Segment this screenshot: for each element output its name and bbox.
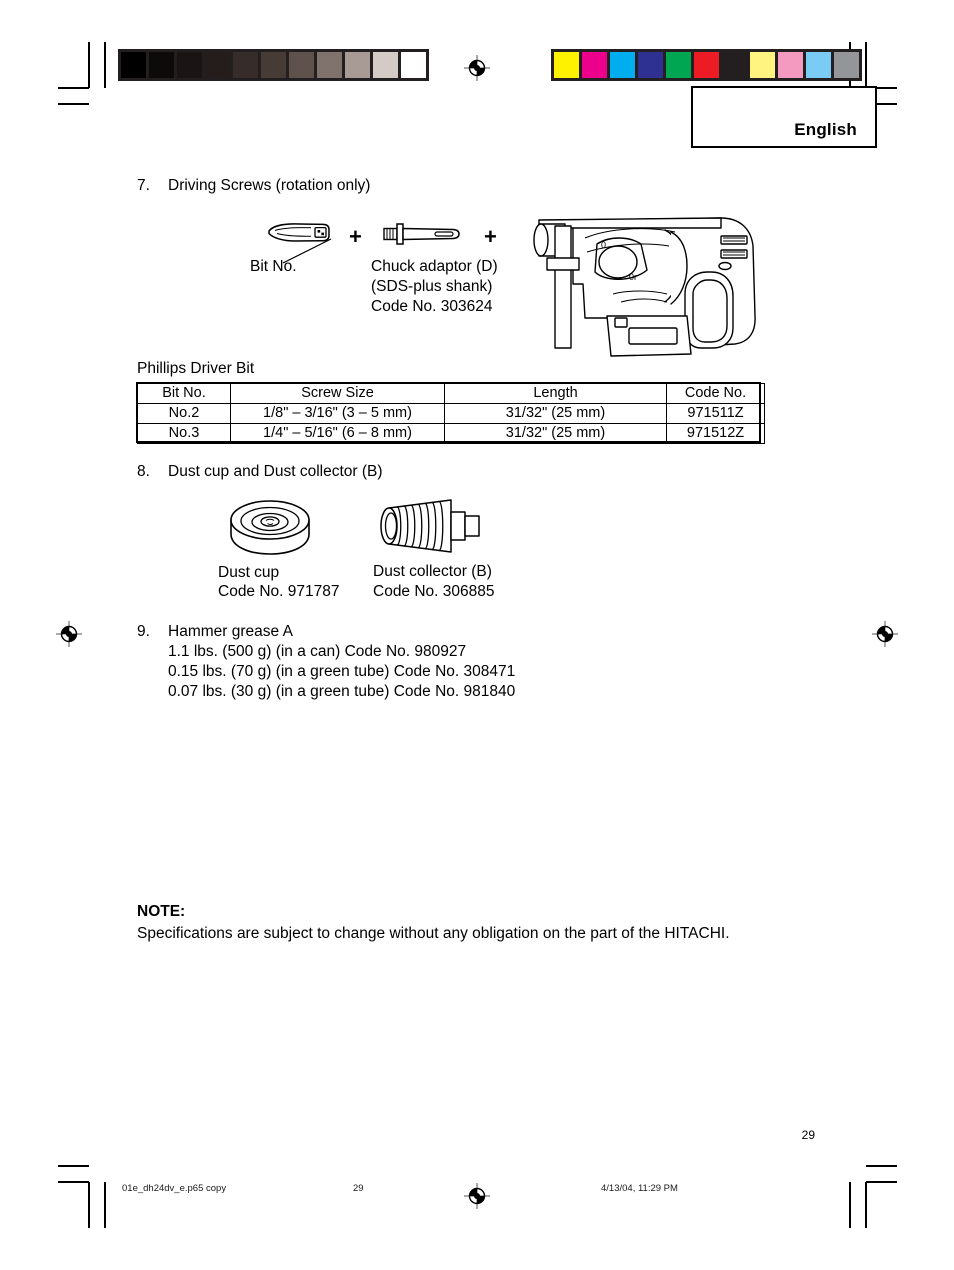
plus-sign-2: + (484, 224, 497, 249)
table-row: No.2 1/8" – 3/16" (3 – 5 mm) 31/32" (25 … (137, 403, 765, 424)
color-calibration-bar (551, 49, 862, 81)
color-swatch (554, 52, 579, 78)
registration-mark-right (872, 621, 898, 647)
crop-mark-bottom-right-v (849, 1182, 851, 1228)
plus-sign-1: + (349, 224, 362, 249)
grayscale-swatch (261, 52, 286, 78)
color-swatch (806, 52, 831, 78)
color-swatch (722, 52, 747, 78)
grayscale-swatch (373, 52, 398, 78)
crop-mark-bottom-left-v2 (104, 1182, 106, 1228)
grayscale-swatch (121, 52, 146, 78)
section-9-number: 9. (137, 623, 150, 640)
phillips-driver-bit-subtitle: Phillips Driver Bit (137, 360, 255, 377)
language-tab-label: English (794, 120, 857, 139)
color-swatch (778, 52, 803, 78)
crop-mark-top-left-v (88, 42, 90, 88)
section-9-title: Hammer grease A (168, 623, 293, 640)
registration-mark-left (56, 621, 82, 647)
footer-timestamp: 4/13/04, 11:29 PM (601, 1183, 678, 1194)
crop-mark-top-left-h2 (58, 103, 89, 105)
table-header-cell: Length (444, 383, 667, 404)
grayscale-calibration-bar (118, 49, 429, 81)
table-header-cell: Bit No. (137, 383, 231, 404)
crop-mark-bottom-right-h2 (866, 1181, 897, 1183)
color-swatch (834, 52, 859, 78)
table-row: No.3 1/4" – 5/16" (6 – 8 mm) 31/32" (25 … (137, 423, 765, 444)
color-swatch (638, 52, 663, 78)
chuck-adaptor-illustration (383, 221, 463, 252)
registration-mark-top (464, 55, 490, 81)
grayscale-swatch (345, 52, 370, 78)
chuck-adaptor-label-line2: (SDS-plus shank) (371, 278, 493, 295)
table-header-cell: Code No. (666, 383, 765, 404)
grayscale-swatch (233, 52, 258, 78)
section-8-title: Dust cup and Dust collector (B) (168, 463, 383, 480)
crop-mark-bottom-left-h2 (58, 1181, 89, 1183)
table-header-cell: Screw Size (230, 383, 445, 404)
dust-collector-b-name: Dust collector (B) (373, 563, 492, 580)
crop-mark-bottom-left-h (58, 1165, 89, 1167)
crop-mark-bottom-right-v2 (865, 1182, 867, 1228)
color-swatch (582, 52, 607, 78)
crop-mark-bottom-right-h (866, 1165, 897, 1167)
chuck-adaptor-code: Code No. 303624 (371, 298, 493, 315)
footer-filename: 01e_dh24dv_e.p65 copy (122, 1183, 227, 1194)
table-header-row: Bit No. Screw Size Length Code No. (137, 383, 765, 404)
grayscale-swatch (289, 52, 314, 78)
table-cell: 971512Z (666, 423, 765, 444)
manual-page: English 7. Driving Screws (rotation only… (0, 0, 954, 1270)
dust-cup-code: Code No. 971787 (218, 583, 340, 600)
color-swatch (694, 52, 719, 78)
table-cell: 31/32" (25 mm) (444, 403, 667, 424)
hammer-grease-line-2: 0.15 lbs. (70 g) (in a green tube) Code … (168, 663, 516, 680)
grayscale-swatch (205, 52, 230, 78)
bit-no-label: Bit No. (250, 258, 297, 275)
color-swatch (610, 52, 635, 78)
table-cell: 1/8" – 3/16" (3 – 5 mm) (230, 403, 445, 424)
crop-mark-top-right-v2 (865, 42, 867, 88)
chuck-adaptor-label-line1: Chuck adaptor (D) (371, 258, 498, 275)
registration-mark-bottom (464, 1183, 490, 1209)
table-cell: 31/32" (25 mm) (444, 423, 667, 444)
dust-collector-b-illustration (379, 492, 487, 565)
table-cell: No.2 (137, 403, 231, 424)
hammer-grease-line-1: 1.1 lbs. (500 g) (in a can) Code No. 980… (168, 643, 467, 660)
section-7-title: Driving Screws (rotation only) (168, 177, 371, 194)
note-body: Specifications are subject to change wit… (137, 925, 730, 942)
language-tab: English (691, 86, 877, 148)
grayscale-swatch (317, 52, 342, 78)
dust-cup-name: Dust cup (218, 564, 280, 581)
hammer-grease-line-3: 0.07 lbs. (30 g) (in a green tube) Code … (168, 683, 516, 700)
note-label: NOTE: (137, 903, 186, 920)
rotary-hammer-drill-illustration: 0 0r (525, 198, 775, 363)
crop-mark-bottom-left-v (88, 1182, 90, 1228)
section-8-number: 8. (137, 463, 150, 480)
phillips-driver-bit-table: Bit No. Screw Size Length Code No. No.2 … (137, 383, 765, 444)
section-7-number: 7. (137, 177, 150, 194)
table-cell: No.3 (137, 423, 231, 444)
color-swatch (666, 52, 691, 78)
page-number: 29 (801, 1128, 815, 1142)
grayscale-swatch (177, 52, 202, 78)
crop-mark-top-left-v2 (104, 42, 106, 88)
dust-collector-b-code: Code No. 306885 (373, 583, 495, 600)
footer-page-number: 29 (353, 1183, 364, 1194)
dust-cup-illustration (228, 498, 313, 565)
grayscale-swatch (149, 52, 174, 78)
grayscale-swatch (401, 52, 426, 78)
svg-text:0r: 0r (629, 272, 637, 282)
crop-mark-top-left-h (58, 87, 89, 89)
color-swatch (750, 52, 775, 78)
svg-text:0: 0 (601, 240, 606, 250)
table-cell: 1/4" – 5/16" (6 – 8 mm) (230, 423, 445, 444)
table-cell: 971511Z (666, 403, 765, 424)
